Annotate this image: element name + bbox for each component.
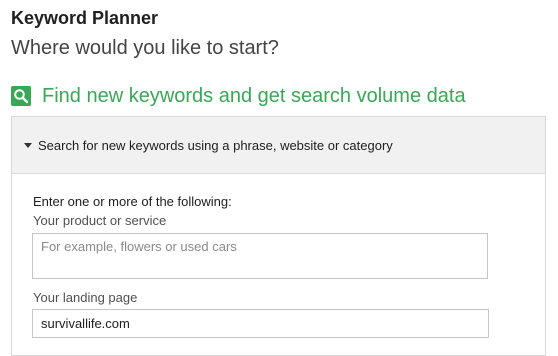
find-keywords-section-link[interactable]: Find new keywords and get search volume … xyxy=(11,83,466,109)
search-keywords-panel: Search for new keywords using a phrase, … xyxy=(11,116,546,356)
caret-down-icon xyxy=(24,143,32,148)
product-service-input[interactable] xyxy=(32,233,488,279)
landing-page-input[interactable] xyxy=(32,309,489,338)
page-subtitle: Where would you like to start? xyxy=(11,37,279,59)
product-field-label: Your product or service xyxy=(33,213,167,228)
panel-toggle-header[interactable]: Search for new keywords using a phrase, … xyxy=(12,117,545,174)
form-intro-text: Enter one or more of the following: xyxy=(33,194,232,209)
landing-page-label: Your landing page xyxy=(33,290,138,305)
search-icon xyxy=(11,86,31,106)
app-title: Keyword Planner xyxy=(11,8,159,28)
panel-header-label: Search for new keywords using a phrase, … xyxy=(38,137,393,153)
section-heading: Find new keywords and get search volume … xyxy=(42,85,466,107)
